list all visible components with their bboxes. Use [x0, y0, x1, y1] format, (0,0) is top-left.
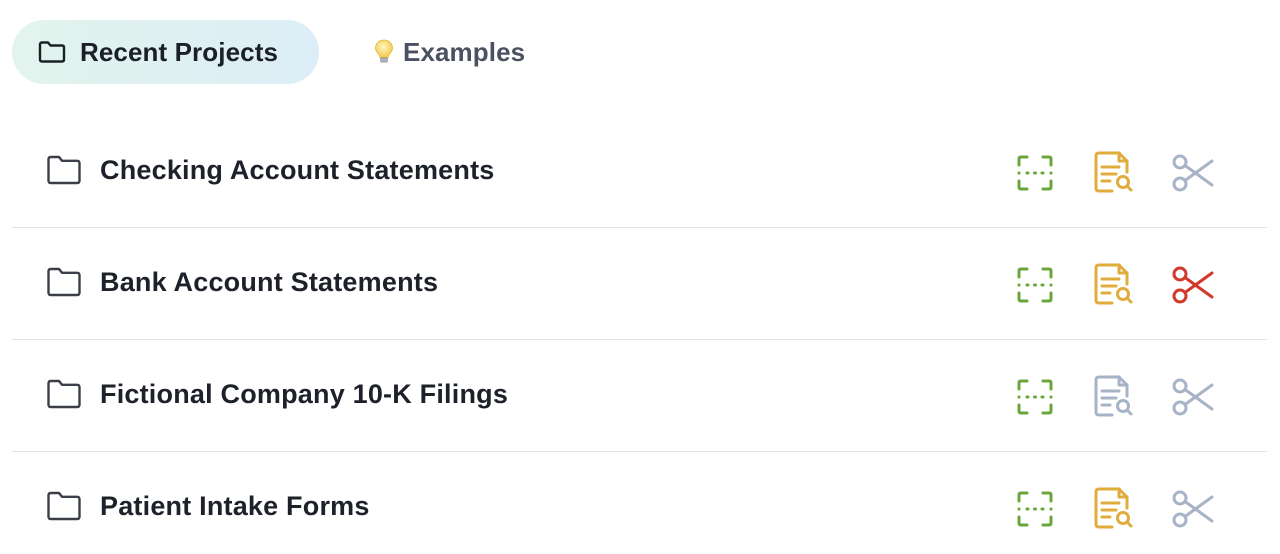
folder-icon	[46, 266, 82, 298]
project-name[interactable]: Bank Account Statements	[100, 267, 438, 298]
project-row[interactable]: Patient Intake Forms	[12, 452, 1267, 554]
project-row[interactable]: Checking Account Statements	[12, 116, 1267, 228]
tab-bar: Recent Projects Examples	[12, 20, 549, 84]
folder-icon	[46, 490, 82, 522]
project-name[interactable]: Fictional Company 10-K Filings	[100, 379, 508, 410]
document-review-icon[interactable]	[1073, 485, 1153, 533]
project-actions	[997, 149, 1233, 197]
project-row[interactable]: Fictional Company 10-K Filings	[12, 340, 1267, 452]
scissors-icon[interactable]	[1153, 373, 1233, 421]
extract-icon[interactable]	[997, 485, 1073, 533]
project-name[interactable]: Checking Account Statements	[100, 155, 494, 186]
extract-icon[interactable]	[997, 149, 1073, 197]
folder-icon	[46, 378, 82, 410]
project-name[interactable]: Patient Intake Forms	[100, 491, 370, 522]
document-review-icon[interactable]	[1073, 261, 1153, 309]
project-actions	[997, 261, 1233, 309]
extract-icon[interactable]	[997, 261, 1073, 309]
project-actions	[997, 373, 1233, 421]
tab-label: Examples	[403, 36, 526, 67]
lightbulb-icon	[373, 38, 395, 66]
document-review-icon[interactable]	[1073, 373, 1153, 421]
project-actions	[997, 485, 1233, 533]
folder-icon	[38, 40, 66, 64]
project-list: Checking Account Statements Bank Account …	[12, 116, 1267, 554]
scissors-icon[interactable]	[1153, 485, 1233, 533]
folder-icon	[46, 154, 82, 186]
tab-examples[interactable]: Examples	[353, 20, 549, 84]
tab-label: Recent Projects	[80, 36, 279, 67]
project-row[interactable]: Bank Account Statements	[12, 228, 1267, 340]
scissors-icon[interactable]	[1153, 261, 1233, 309]
document-review-icon[interactable]	[1073, 149, 1153, 197]
extract-icon[interactable]	[997, 373, 1073, 421]
scissors-icon[interactable]	[1153, 149, 1233, 197]
tab-recent-projects[interactable]: Recent Projects	[12, 20, 319, 84]
